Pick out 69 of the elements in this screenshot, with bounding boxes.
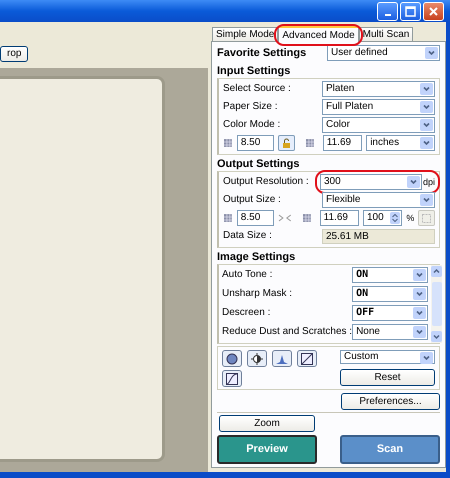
section-heading: Image Settings [217, 250, 296, 264]
dropdown[interactable]: OFF [352, 305, 428, 322]
dropdown[interactable]: User defined [327, 45, 440, 62]
field-label: Data Size : [223, 230, 273, 242]
curve-icon [301, 352, 313, 364]
field-label: Paper Size : [223, 101, 278, 114]
auto-exposure-button[interactable] [222, 350, 242, 367]
brightness-icon [251, 352, 263, 364]
close-icon [428, 6, 439, 16]
ruler-icon [302, 213, 312, 224]
field-label: Select Source : [223, 83, 292, 96]
close-button[interactable] [423, 2, 444, 20]
field-label: Color Mode : [223, 119, 282, 132]
minimize-button[interactable] [377, 2, 398, 20]
lock-icon [281, 138, 292, 149]
dropdown[interactable]: Color [322, 117, 435, 134]
maximize-button[interactable] [400, 2, 421, 20]
dropdown[interactable]: 300 [320, 174, 422, 190]
mode-tab[interactable]: Multi Scan [358, 27, 414, 41]
field-label: Reduce Dust and Scratches : [222, 326, 352, 338]
ruler-icon [223, 138, 233, 148]
data-size-value: 25.61 MB [322, 228, 435, 244]
mode-tab[interactable]: Simple Mode [212, 27, 278, 41]
minimize-icon [384, 14, 390, 16]
field-label: Descreen : [222, 307, 272, 320]
preview-button[interactable]: Preview [217, 435, 317, 464]
width-field[interactable]: 8.50 [236, 210, 274, 226]
field-label: Auto Tone : [222, 269, 274, 282]
dropdown[interactable]: ON [352, 286, 428, 302]
dropdown[interactable]: inches [366, 135, 435, 152]
preferences-button[interactable]: Preferences... [341, 393, 440, 410]
section-heading: Output Settings [217, 156, 300, 171]
curve-icon [226, 372, 238, 384]
brightness-button[interactable] [247, 350, 267, 367]
field-label: Output Resolution : [223, 176, 310, 188]
ruler-icon [223, 213, 233, 224]
scroll-up-icon [431, 266, 442, 277]
circle-icon [226, 352, 238, 364]
reset-button[interactable]: Reset [340, 369, 435, 386]
dropdown[interactable]: ON [352, 267, 428, 284]
tone-curve-button[interactable] [297, 350, 317, 367]
field-label: Output Size : [223, 194, 282, 206]
lock-button[interactable] [278, 135, 295, 152]
field-label: Unsharp Mask : [222, 288, 294, 300]
unit-label: dpi [422, 176, 435, 188]
favorite-settings-label: Favorite Settings [217, 46, 308, 60]
zoom-button[interactable]: Zoom [219, 415, 315, 432]
section-heading: Input Settings [217, 64, 292, 78]
scrollbar[interactable] [431, 264, 442, 343]
height-field[interactable]: 11.69 [320, 210, 359, 226]
color-balance-button[interactable] [222, 370, 242, 387]
dropdown[interactable]: Custom [340, 350, 435, 364]
unit-label: % [406, 212, 414, 224]
dropdown[interactable]: Flexible [322, 192, 435, 208]
scroll-down-icon [431, 331, 442, 342]
frame-icon [421, 212, 432, 224]
histogram-button[interactable] [272, 350, 292, 367]
ruler-icon [304, 138, 315, 148]
scale-spinner[interactable]: 100 [363, 210, 402, 226]
toolbar-button[interactable]: rop [0, 46, 28, 62]
dropdown[interactable]: Full Platen [322, 99, 435, 116]
width-field[interactable]: 8.50 [236, 135, 274, 152]
link-icon [278, 213, 292, 224]
dropdown[interactable]: Platen [322, 81, 435, 98]
height-field[interactable]: 11.69 [322, 135, 362, 152]
maximize-icon [405, 6, 416, 16]
dropdown[interactable]: None [352, 324, 428, 340]
spinner-arrows-icon [390, 212, 400, 224]
scroll-thumb[interactable] [432, 282, 442, 326]
